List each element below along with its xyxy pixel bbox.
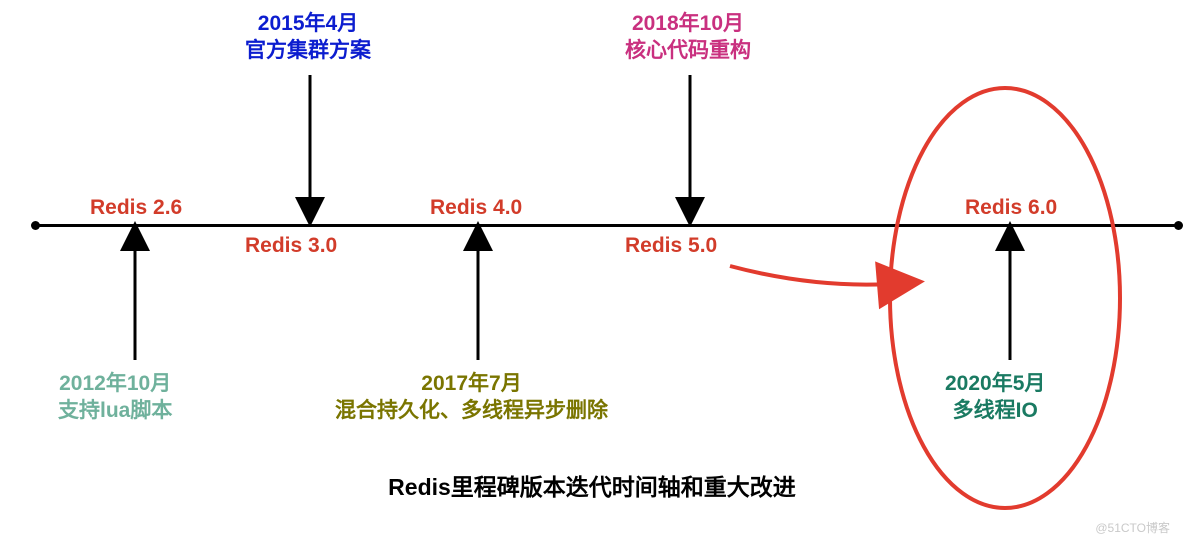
- version-3-0: Redis 3.0: [245, 234, 337, 258]
- annotation-4-0: 2017年7月 混合持久化、多线程异步删除: [335, 370, 608, 425]
- annotation-2-6: 2012年10月 支持lua脚本: [58, 370, 172, 425]
- annotation-3-0: 2015年4月 官方集群方案: [245, 10, 371, 65]
- version-2-6: Redis 2.6: [90, 196, 182, 220]
- annotation-date: 2017年7月: [421, 372, 521, 395]
- annotation-date: 2020年5月: [945, 372, 1045, 395]
- version-4-0: Redis 4.0: [430, 196, 522, 220]
- annotation-date: 2012年10月: [59, 372, 171, 395]
- arrows-overlay: [0, 0, 1184, 544]
- version-6-0: Redis 6.0: [965, 196, 1057, 220]
- timeline-diagram: Redis 2.6 Redis 3.0 Redis 4.0 Redis 5.0 …: [0, 0, 1184, 544]
- annotation-feature: 支持lua脚本: [58, 399, 172, 422]
- annotation-feature: 官方集群方案: [245, 39, 371, 62]
- annotation-feature: 多线程IO: [953, 399, 1038, 422]
- highlight-ellipse: [890, 88, 1120, 508]
- annotation-6-0: 2020年5月 多线程IO: [945, 370, 1045, 425]
- watermark: @51CTO博客: [1095, 519, 1170, 536]
- annotation-feature: 核心代码重构: [625, 39, 751, 62]
- annotation-date: 2015年4月: [258, 12, 358, 35]
- annotation-5-0: 2018年10月 核心代码重构: [625, 10, 751, 65]
- highlight-pointer-arrow: [730, 266, 905, 285]
- version-5-0: Redis 5.0: [625, 234, 717, 258]
- annotation-feature: 混合持久化、多线程异步删除: [335, 399, 608, 422]
- timeline-axis: [35, 224, 1179, 227]
- annotation-date: 2018年10月: [632, 12, 744, 35]
- diagram-title: Redis里程碑版本迭代时间轴和重大改进: [0, 468, 1184, 502]
